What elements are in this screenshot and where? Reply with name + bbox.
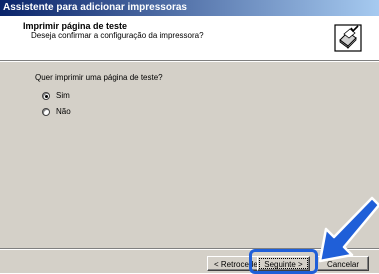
page-subtitle: Deseja confirmar a configuração da impre… [31, 31, 204, 40]
footer-divider [0, 248, 379, 250]
title-bar[interactable]: Assistente para adicionar impressoras [0, 0, 379, 16]
option-sim[interactable]: Sim [42, 90, 70, 101]
window-title: Assistente para adicionar impressoras [3, 2, 187, 13]
option-sim-label: Sim [56, 91, 70, 100]
pointer-arrow-icon [318, 196, 379, 263]
cancel-button[interactable]: Cancelar [317, 256, 369, 271]
next-button[interactable]: Seguinte > [257, 256, 310, 271]
wizard-window: Assistente para adicionar impressoras Im… [0, 0, 379, 274]
page-title: Imprimir página de teste [23, 21, 128, 31]
back-button[interactable]: < Retroceder [207, 256, 259, 271]
radio-nao[interactable] [42, 107, 50, 116]
printer-check-icon [334, 24, 362, 52]
radio-sim[interactable] [42, 91, 50, 100]
option-nao[interactable]: Não [42, 106, 71, 117]
test-page-question: Quer imprimir uma página de teste? [35, 73, 163, 82]
wizard-header: Imprimir página de teste Deseja confirma… [0, 16, 379, 60]
option-nao-label: Não [56, 107, 71, 116]
header-divider [0, 60, 379, 62]
